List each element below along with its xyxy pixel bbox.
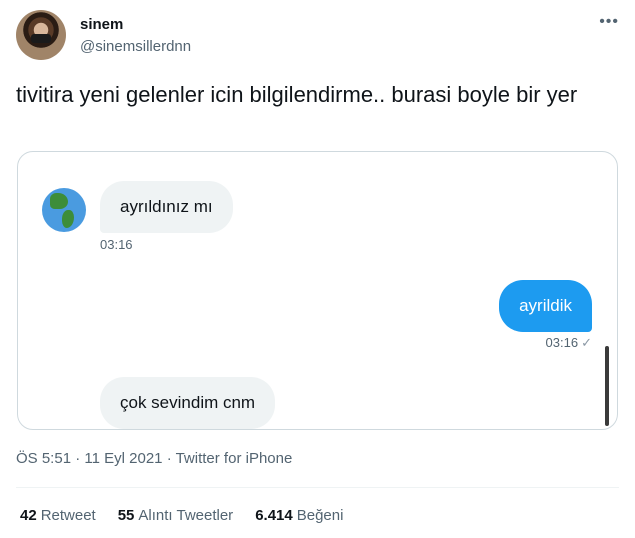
tweet-source[interactable]: Twitter for iPhone <box>176 450 293 467</box>
single-check-icon: ✓ <box>581 335 592 350</box>
chat-screenshot-card[interactable]: ayrıldınız mı 03:16 ayrildik 03:16 ✓ çok … <box>17 151 618 430</box>
quotes-stat[interactable]: 55 Alıntı Tweetler <box>118 507 233 524</box>
tweet-text: tivitira yeni gelenler icin bilgilendirm… <box>16 82 578 107</box>
message-timestamp: 03:16 ✓ <box>546 335 592 351</box>
separator: · <box>75 450 81 467</box>
retweets-stat[interactable]: 42 Retweet <box>20 507 96 524</box>
retweets-label: Retweet <box>40 507 96 524</box>
likes-stat[interactable]: 6.414 Beğeni <box>255 507 343 524</box>
message-timestamp: 03:16 <box>100 237 133 252</box>
quotes-count: 55 <box>117 507 135 524</box>
likes-label: Beğeni <box>296 507 344 524</box>
tweet-date[interactable]: 11 Eyl 2021 <box>84 450 162 467</box>
outgoing-message: ayrildik <box>499 280 592 332</box>
likes-count: 6.414 <box>255 507 293 524</box>
retweets-count: 42 <box>20 507 37 524</box>
globe-avatar-icon <box>42 188 86 232</box>
tweet-time[interactable]: ÖS 5:51 <box>16 450 71 467</box>
divider <box>16 487 619 488</box>
avatar[interactable] <box>16 10 66 60</box>
quotes-label: Alıntı Tweetler <box>138 507 234 524</box>
tweet-header: sinem @sinemsillerdnn ••• <box>16 10 619 62</box>
incoming-message: çok sevindim cnm <box>100 377 276 429</box>
tweet-stats: 42 Retweet 55 Alıntı Tweetler 6.414 Beğeni <box>20 507 343 524</box>
scrollbar[interactable] <box>605 346 609 426</box>
tweet-meta: ÖS 5:51 · 11 Eyl 2021 · Twitter for iPho… <box>16 450 292 467</box>
more-options-icon[interactable]: ••• <box>599 14 619 30</box>
separator: · <box>166 450 172 467</box>
message-time: 03:16 <box>545 335 579 350</box>
author-name[interactable]: sinem <box>80 16 123 33</box>
incoming-message: ayrıldınız mı <box>100 181 233 233</box>
author-handle[interactable]: @sinemsillerdnn <box>80 38 191 55</box>
